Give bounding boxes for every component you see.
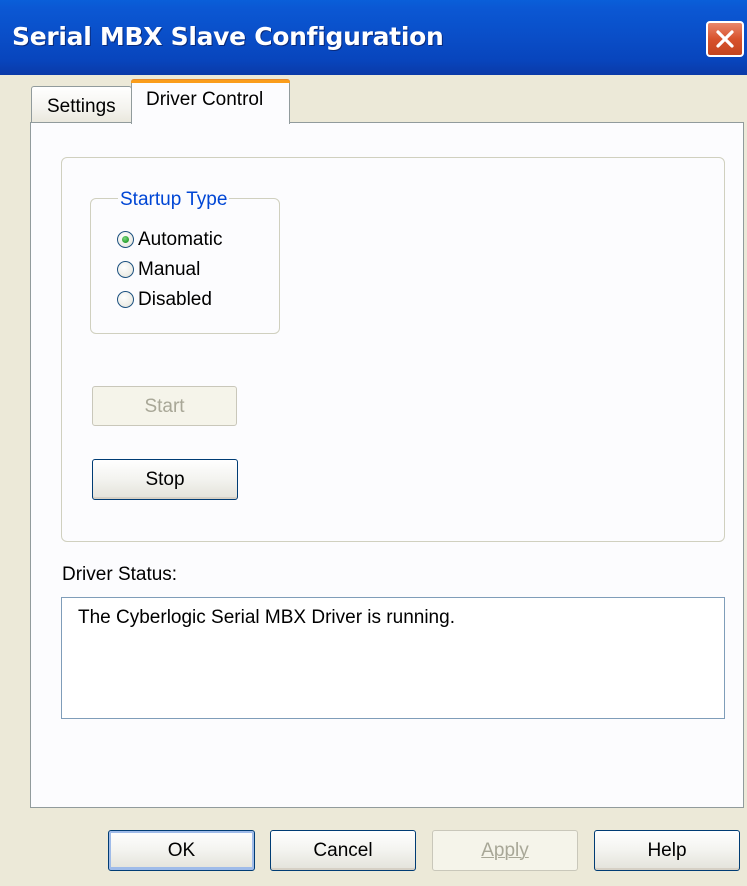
driver-control-panel: Startup Type Automatic Manual Disabled S… — [30, 122, 744, 808]
startup-type-legend: Startup Type — [118, 189, 230, 211]
driver-status-text: The Cyberlogic Serial MBX Driver is runn… — [78, 607, 455, 628]
close-button[interactable] — [706, 21, 744, 57]
cancel-button[interactable]: Cancel — [270, 830, 416, 871]
tab-settings[interactable]: Settings — [31, 86, 132, 123]
title-bar[interactable]: Serial MBX Slave Configuration — [0, 0, 747, 75]
cancel-button-label: Cancel — [313, 840, 373, 861]
radio-disabled-label: Disabled — [138, 289, 212, 310]
start-button[interactable]: Start — [92, 386, 237, 426]
radio-disabled-indicator[interactable] — [117, 291, 134, 308]
radio-manual-indicator[interactable] — [117, 261, 134, 278]
ok-button-label: OK — [167, 840, 196, 861]
tab-driver-control-label: Driver Control — [146, 89, 264, 110]
active-tab-highlight — [131, 79, 290, 83]
tab-driver-control[interactable]: Driver Control — [131, 79, 290, 124]
start-button-label: Start — [144, 396, 185, 417]
apply-button[interactable]: Apply — [432, 830, 578, 871]
ok-button[interactable]: OK — [108, 830, 255, 871]
window-title: Serial MBX Slave Configuration — [12, 22, 444, 51]
radio-automatic-label: Automatic — [138, 229, 223, 250]
driver-status-box[interactable]: The Cyberlogic Serial MBX Driver is runn… — [61, 597, 725, 719]
close-icon — [716, 30, 734, 48]
radio-manual-label: Manual — [138, 259, 201, 280]
radio-selected-dot — [122, 236, 129, 243]
help-button[interactable]: Help — [594, 830, 740, 871]
tab-settings-label: Settings — [47, 96, 116, 117]
radio-automatic-indicator[interactable] — [117, 231, 134, 248]
stop-button-label: Stop — [145, 469, 185, 490]
apply-button-label: Apply — [481, 840, 529, 861]
help-button-label: Help — [647, 840, 687, 861]
driver-status-label: Driver Status: — [62, 564, 178, 585]
stop-button[interactable]: Stop — [92, 459, 238, 500]
